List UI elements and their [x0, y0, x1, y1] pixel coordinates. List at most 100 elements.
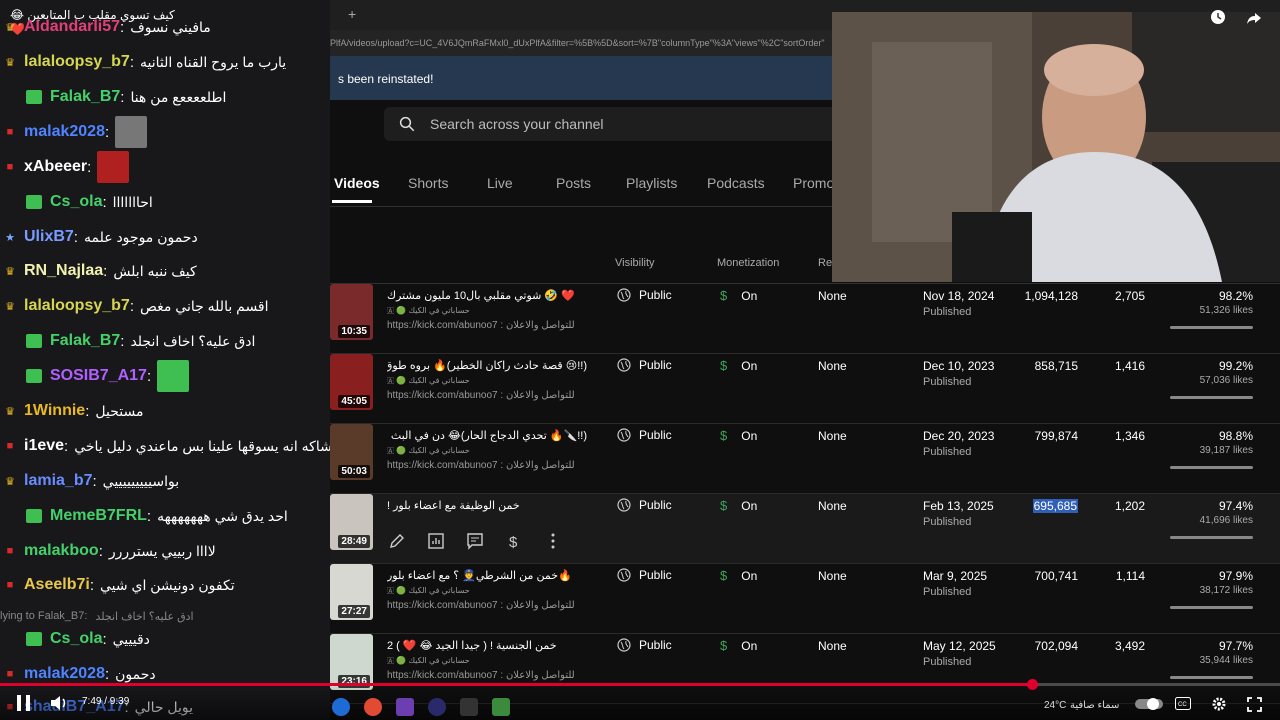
- table-row[interactable]: 50:03 (!!🔪🔥 تحدي الدجاج الحار)😂 دن في الب…: [330, 424, 1280, 494]
- monetization-cell[interactable]: $ On: [720, 568, 757, 583]
- share-icon[interactable]: [1246, 10, 1262, 26]
- tab-videos[interactable]: Videos: [334, 175, 380, 191]
- publish-status: Published: [923, 306, 972, 318]
- like-ratio: 98.8%: [1218, 429, 1253, 443]
- chat-username[interactable]: Cs_ola: [50, 630, 102, 648]
- chat-username[interactable]: MemeB7FRL: [50, 507, 147, 525]
- chat-username[interactable]: malak2028: [24, 665, 105, 683]
- chat-text: اقسم بالله جاني مغص: [140, 297, 269, 314]
- pause-icon[interactable]: [16, 694, 32, 712]
- column-monetization[interactable]: Monetization: [717, 257, 779, 269]
- chat-username[interactable]: UlixB7: [24, 228, 74, 246]
- red-badge-icon: ■: [6, 440, 14, 452]
- search-input[interactable]: [430, 116, 810, 132]
- visibility-cell[interactable]: Public: [617, 358, 672, 372]
- visibility-cell[interactable]: Public: [617, 568, 672, 582]
- monetization-cell[interactable]: $ On: [720, 358, 757, 373]
- table-row[interactable]: 27:27 🔥خمن من الشرطي👮 ؟ مع اعضاء بلور حساب…: [330, 564, 1280, 634]
- video-thumbnail[interactable]: 10:35: [330, 284, 373, 340]
- chat-username[interactable]: lamia_b7: [24, 472, 92, 490]
- tab-live[interactable]: Live: [487, 175, 513, 191]
- tab-podcasts[interactable]: Podcasts: [707, 175, 765, 191]
- chrome-icon[interactable]: [364, 698, 382, 716]
- volume-icon[interactable]: [50, 695, 68, 711]
- app-icon-2[interactable]: [460, 698, 478, 716]
- video-link: https://kick.com/abunoo7 : للتواصل والاع…: [387, 320, 575, 331]
- table-row[interactable]: 10:35 ❤️ 🤣 شوتي مقلبي بال10 مليون مشترك حس…: [330, 284, 1280, 354]
- chat-username[interactable]: lalaloopsy_b7: [24, 297, 130, 315]
- app-icon[interactable]: [428, 698, 446, 716]
- monetization-cell[interactable]: $ On: [720, 498, 757, 513]
- publish-date: Feb 13, 2025: [923, 499, 994, 513]
- video-title[interactable]: (!!😢 قصة حادث راكان الخطير)🔥 بروه طوق طه…: [387, 359, 587, 372]
- chat-username[interactable]: xAbeeer: [24, 158, 87, 176]
- video-thumbnail[interactable]: 50:03: [330, 424, 373, 480]
- chat-username[interactable]: RN_Najlaa: [24, 262, 103, 280]
- like-count: 41,696 likes: [1199, 515, 1253, 526]
- video-thumbnail[interactable]: 28:49: [330, 494, 373, 550]
- monetization-cell[interactable]: $ On: [720, 638, 757, 653]
- video-thumbnail[interactable]: 23:16: [330, 634, 373, 690]
- settings-gear-icon[interactable]: [1211, 696, 1227, 712]
- chat-username[interactable]: SOSIB7_A17: [50, 367, 147, 385]
- visibility-cell[interactable]: Public: [617, 638, 672, 652]
- app-icon-active[interactable]: [396, 698, 414, 716]
- table-row[interactable]: 45:05 (!!😢 قصة حادث راكان الخطير)🔥 بروه ط…: [330, 354, 1280, 424]
- restrictions-value: None: [818, 569, 847, 583]
- chat-username[interactable]: 1Winnie: [24, 402, 85, 420]
- video-title[interactable]: 🔥خمن من الشرطي👮 ؟ مع اعضاء بلور: [387, 569, 587, 582]
- more-options-icon[interactable]: [544, 532, 562, 550]
- visibility-cell[interactable]: Public: [617, 498, 672, 512]
- monetization-icon[interactable]: $: [505, 532, 523, 550]
- chat-username[interactable]: Cs_ola: [50, 193, 102, 211]
- edge-icon[interactable]: [332, 698, 350, 716]
- column-visibility[interactable]: Visibility: [615, 257, 655, 269]
- chat-separator: :: [85, 402, 90, 420]
- chat-text: احااااااا: [112, 193, 153, 210]
- visibility-value: Public: [639, 288, 672, 302]
- dollar-icon: $: [720, 428, 728, 443]
- channel-search[interactable]: [384, 107, 844, 141]
- video-link: https://kick.com/abunoo7 : للتواصل والاع…: [387, 460, 575, 471]
- chat-username[interactable]: Falak_B7: [50, 332, 120, 350]
- like-count: 51,326 likes: [1199, 305, 1253, 316]
- watch-later-icon[interactable]: [1210, 9, 1226, 25]
- chat-separator: :: [104, 665, 110, 683]
- monetization-cell[interactable]: $ On: [720, 428, 757, 443]
- table-row[interactable]: 28:49 خمن الوظيفة مع اعضاء بلور ! $ Public $…: [330, 494, 1280, 564]
- video-thumbnail[interactable]: 45:05: [330, 354, 373, 410]
- analytics-icon[interactable]: [427, 532, 445, 550]
- chat-username[interactable]: Aldandarli57: [24, 18, 120, 36]
- chat-username[interactable]: malakboo: [24, 542, 99, 560]
- tab-shorts[interactable]: Shorts: [408, 175, 448, 191]
- tab-playlists[interactable]: Playlists: [626, 175, 677, 191]
- crown-badge-icon: ♛: [5, 475, 15, 488]
- tab-posts[interactable]: Posts: [556, 175, 591, 191]
- video-description: حساباتي في الكيك 🟢 🇦: [387, 656, 470, 665]
- video-description: حساباتي في الكيك 🟢 🇦: [387, 306, 470, 315]
- visibility-cell[interactable]: Public: [617, 288, 672, 302]
- edit-pencil-icon[interactable]: [388, 532, 406, 550]
- comments-icon[interactable]: [466, 532, 484, 550]
- new-tab-icon[interactable]: +: [348, 6, 356, 22]
- autoplay-toggle-icon[interactable]: [1135, 697, 1163, 711]
- video-title[interactable]: خمن الوظيفة مع اعضاء بلور !: [387, 499, 587, 512]
- chat-username[interactable]: i1eve: [24, 437, 64, 455]
- video-title[interactable]: ❤️ 🤣 شوتي مقلبي بال10 مليون مشترك: [387, 289, 587, 302]
- fullscreen-icon[interactable]: [1247, 697, 1262, 712]
- column-restrictions[interactable]: Restrictions: [818, 257, 832, 269]
- video-thumbnail[interactable]: 27:27: [330, 564, 373, 620]
- monetization-cell[interactable]: $ On: [720, 288, 757, 303]
- visibility-cell[interactable]: Public: [617, 428, 672, 442]
- video-title[interactable]: خمن الجنسية ! ( جيدا الجيد 😂 ❤️ ) 2: [387, 639, 587, 652]
- chat-username[interactable]: Falak_B7: [50, 88, 120, 106]
- video-duration: 27:27: [338, 605, 370, 618]
- captions-icon[interactable]: CC: [1175, 697, 1191, 710]
- chat-username[interactable]: Aseelb7i: [24, 576, 90, 594]
- chat-separator: :: [120, 88, 125, 106]
- app-icon-3[interactable]: [492, 698, 510, 716]
- chat-username[interactable]: malak2028: [24, 123, 105, 141]
- chat-username[interactable]: lalaloopsy_b7: [24, 53, 130, 71]
- video-title[interactable]: (!!🔪🔥 تحدي الدجاج الحار)😂 دن في البث الم…: [387, 429, 587, 442]
- monetization-value: On: [741, 358, 758, 373]
